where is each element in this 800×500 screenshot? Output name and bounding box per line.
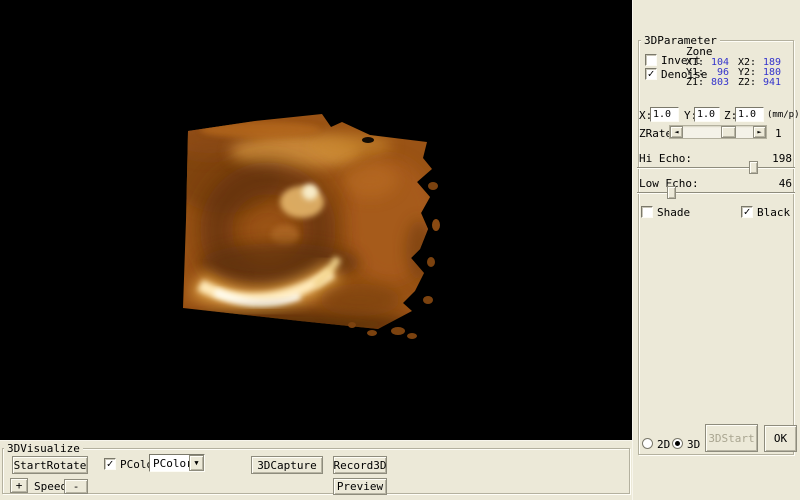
record3d-button[interactable]: Record3D — [333, 456, 387, 474]
mode-2d-label: 2D — [657, 439, 670, 450]
start-rotate-button[interactable]: StartRotate — [12, 456, 88, 474]
check-icon: ✓ — [107, 457, 114, 470]
3dcapture-button[interactable]: 3DCapture — [251, 456, 323, 474]
pcolor-dropdown[interactable]: PColor ▼ — [149, 454, 205, 472]
3dstart-button[interactable]: 3DStart — [705, 424, 758, 452]
hi-echo-label: Hi Echo: — [639, 153, 692, 164]
speed-minus-button[interactable]: - — [64, 479, 88, 494]
shade-checkbox[interactable] — [641, 206, 653, 218]
zrate-thumb[interactable] — [721, 126, 736, 138]
low-echo-value: 46 — [779, 178, 792, 189]
render-viewport[interactable] — [0, 0, 632, 440]
zrate-value: 1 — [775, 128, 782, 139]
pcolor-checkbox[interactable]: ✓ — [104, 458, 116, 470]
denoise-checkbox[interactable]: ✓ — [645, 68, 657, 80]
zrate-left-arrow-icon[interactable]: ◄ — [670, 126, 683, 138]
speed-label: Speed — [34, 481, 67, 492]
speed-plus-button[interactable]: + — [10, 478, 28, 493]
hi-echo-value: 198 — [772, 153, 792, 164]
zone-z1-value: 803 — [705, 77, 729, 88]
scale-y-input[interactable] — [694, 107, 720, 122]
invert-checkbox[interactable] — [645, 54, 657, 66]
zone-label: Zone — [686, 46, 713, 57]
shade-label: Shade — [657, 207, 690, 218]
mode-3d-radio[interactable] — [672, 438, 683, 449]
parameter-group-title: 3DParameter — [641, 34, 720, 47]
parameter-panel: 3DParameter Invert ✓ Denoise Zone X1: 10… — [632, 0, 800, 500]
check-icon: ✓ — [744, 205, 751, 218]
ultrasound-render — [0, 0, 632, 440]
low-echo-thumb[interactable] — [667, 186, 676, 199]
zone-z1-key: Z1: — [686, 77, 704, 88]
zrate-scrollbar[interactable]: ◄ ► — [669, 125, 767, 139]
zrate-label: ZRate — [639, 128, 672, 139]
mode-2d-radio[interactable] — [642, 438, 653, 449]
hi-echo-slider[interactable] — [637, 167, 795, 169]
black-label: Black — [757, 207, 790, 218]
scale-x-input[interactable] — [650, 107, 679, 122]
black-checkbox[interactable]: ✓ — [741, 206, 753, 218]
zone-z2-value: 941 — [757, 77, 781, 88]
chevron-down-icon[interactable]: ▼ — [189, 455, 204, 471]
ok-button[interactable]: OK — [764, 425, 797, 452]
mode-3d-label: 3D — [687, 439, 700, 450]
scale-z-input[interactable] — [735, 107, 764, 122]
parameter-groupbox — [638, 40, 794, 455]
hi-echo-thumb[interactable] — [749, 161, 758, 174]
visualize-group-title: 3DVisualize — [4, 442, 83, 455]
check-icon: ✓ — [648, 67, 655, 80]
zrate-right-arrow-icon[interactable]: ► — [753, 126, 766, 138]
visualize-bar: 3DVisualize StartRotate + Speed - ✓ PCol… — [0, 440, 632, 500]
scale-unit-label: (mm/p) — [767, 110, 800, 121]
app-window: 3DParameter Invert ✓ Denoise Zone X1: 10… — [0, 0, 800, 500]
preview-button[interactable]: Preview — [333, 478, 387, 495]
pcolor-dropdown-value: PColor — [153, 457, 193, 470]
zone-z2-key: Z2: — [738, 77, 756, 88]
low-echo-slider[interactable] — [637, 192, 795, 194]
